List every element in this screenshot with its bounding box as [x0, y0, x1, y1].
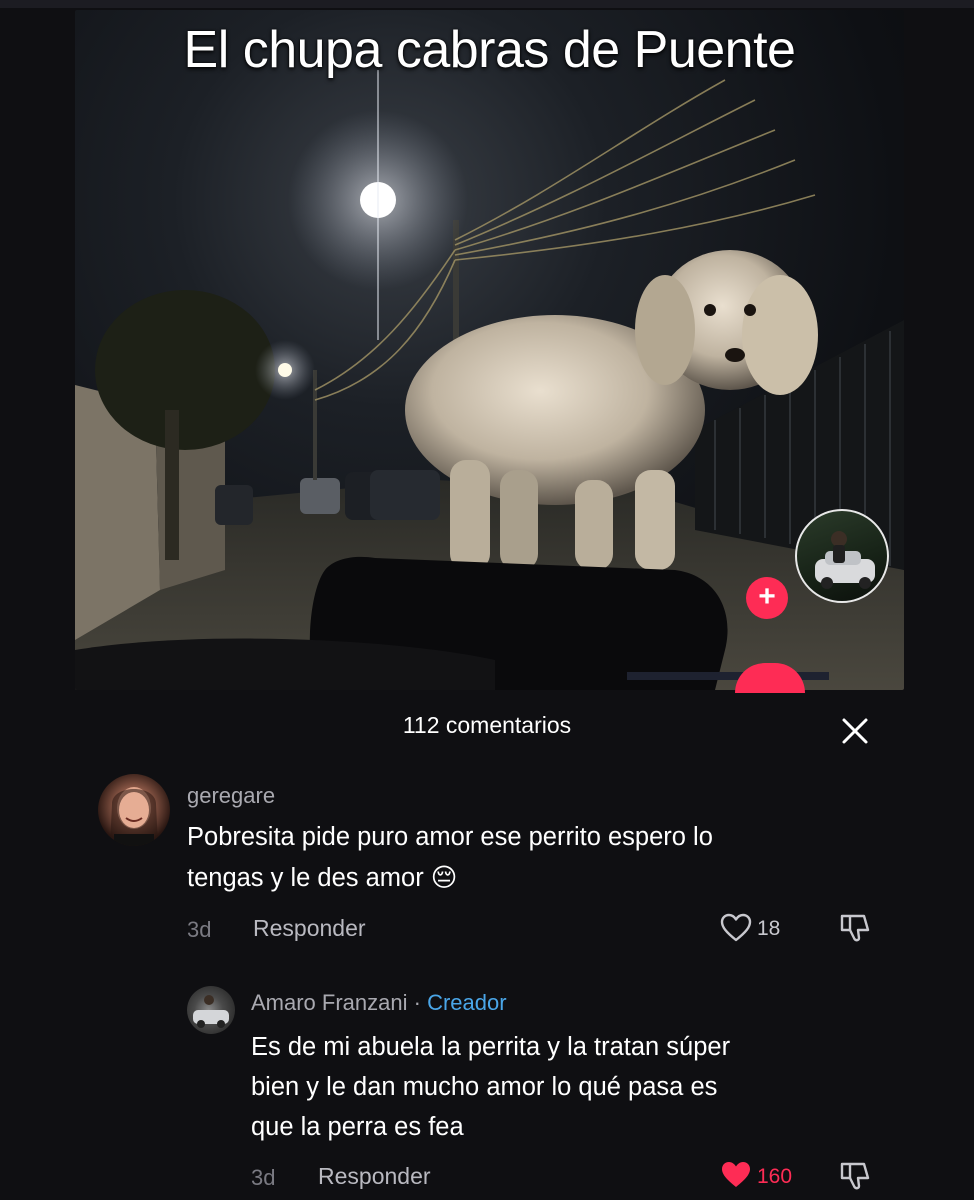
commenter-avatar[interactable] — [98, 774, 170, 846]
top-strip — [0, 0, 974, 8]
video-title: El chupa cabras de Puente — [183, 21, 796, 79]
comment-text-line: tengas y le des amor 😔 — [187, 864, 458, 892]
like-count: 18 — [757, 917, 781, 940]
follow-button[interactable]: + — [746, 577, 788, 619]
comment-text-line: Pobresita pide puro amor ese perrito esp… — [187, 823, 713, 851]
comment-time: 3d — [251, 1165, 276, 1190]
creator-avatar-image — [815, 531, 875, 589]
creator-badge: Creador — [427, 990, 507, 1015]
dislike-icon[interactable] — [838, 912, 872, 944]
comment-username[interactable]: geregare — [187, 783, 275, 809]
comment-text-line: que la perra es fea — [251, 1113, 464, 1141]
reply-button[interactable]: Responder — [253, 915, 366, 942]
username-separator: · — [413, 990, 421, 1015]
reply-button[interactable]: Responder — [318, 1163, 431, 1190]
commenter-avatar-image — [110, 787, 158, 846]
creator-reply-avatar[interactable] — [187, 986, 235, 1034]
comments-count: 112 comentarios — [402, 712, 572, 738]
comment-text-line: bien y le dan mucho amor lo qué pasa es — [251, 1073, 718, 1101]
comment-time: 3d — [187, 917, 212, 942]
dislike-icon[interactable] — [838, 1160, 872, 1192]
comment-text-line: Es de mi abuela la perrita y la tratan s… — [251, 1033, 731, 1061]
heart-outline-icon[interactable] — [720, 913, 752, 943]
close-icon[interactable] — [836, 712, 874, 750]
heart-filled-icon[interactable] — [720, 1160, 752, 1190]
like-count: 160 — [757, 1165, 793, 1188]
reply-username-line: Amaro Franzani · Creador — [251, 990, 507, 1016]
reply-username[interactable]: Amaro Franzani — [251, 990, 408, 1015]
creator-reply-avatar-image — [193, 995, 229, 1028]
creator-avatar[interactable] — [795, 509, 889, 603]
